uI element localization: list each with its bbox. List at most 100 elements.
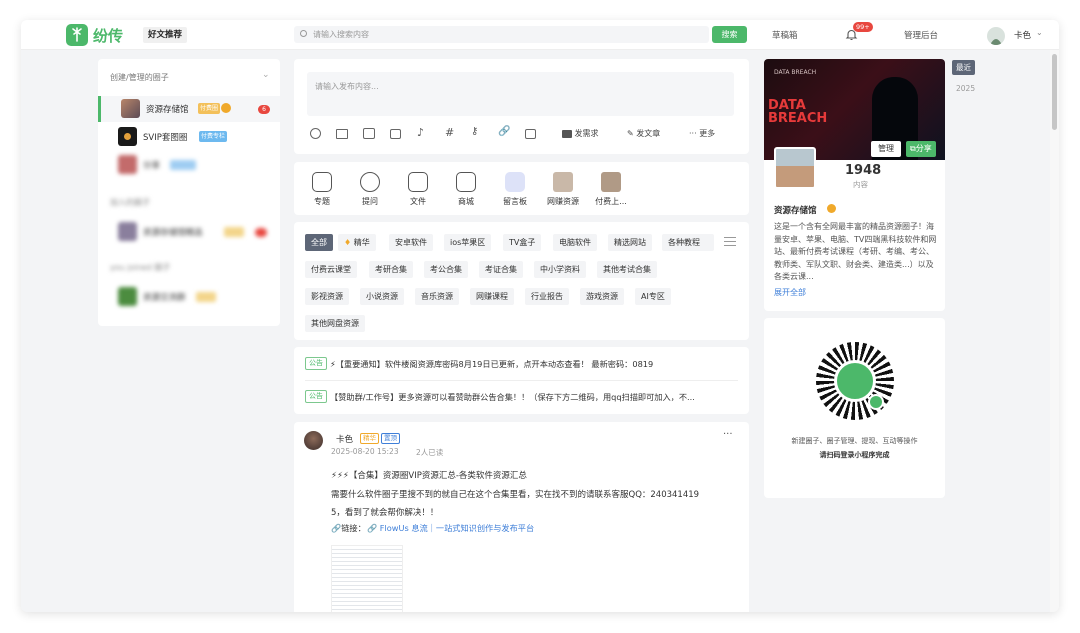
notice-text[interactable]: ⚡【重要通知】软件楼阁资源库密码8月19日已更新，点开本动态查看！ 最新密码：0… [330, 358, 653, 370]
category-filter: 全部 ♦ 精华 安卓软件 ios苹果区 TV盒子 电脑软件 精选网站 各种教程 … [294, 222, 749, 340]
category-video[interactable]: 影视资源 [305, 288, 349, 305]
username[interactable]: 卡色 [1014, 29, 1031, 41]
emoji-icon[interactable] [310, 128, 321, 139]
composer-input[interactable]: 请输入发布内容... [307, 72, 734, 116]
diamond-icon: ♦ [344, 238, 352, 247]
category-tv[interactable]: TV盒子 [503, 234, 542, 251]
service-paid[interactable]: 付费上... [591, 172, 631, 207]
qr-hint-line2: 请扫码登录小程序完成 [819, 451, 890, 459]
image-icon[interactable] [363, 128, 375, 139]
music-icon[interactable]: ♪ [417, 126, 424, 139]
category-game[interactable]: 游戏资源 [580, 288, 624, 305]
category-novel[interactable]: 小说资源 [360, 288, 404, 305]
drafts-link[interactable]: 草稿箱 [772, 29, 798, 41]
banner-text: DATA BREACH [774, 69, 817, 76]
sidebar-item-resource-store[interactable]: 资源存储馆 付费圈 6 [98, 96, 280, 122]
category-pc[interactable]: 电脑软件 [553, 234, 597, 251]
author-name[interactable]: 卡色 [336, 433, 353, 445]
paid-column-badge: 付费专栏 [199, 131, 228, 142]
notice-text[interactable]: 【赞助群/工作号】更多资源可以看赞助群公告合集！！（保存下方二维码，用qq扫描即… [330, 391, 737, 403]
category-featured[interactable]: ♦ 精华 [338, 234, 376, 251]
question-icon [360, 172, 380, 192]
category-tutorials[interactable]: 各种教程 [662, 234, 714, 251]
logo-icon[interactable] [66, 24, 88, 46]
service-label: 付费上... [595, 197, 627, 206]
chevron-down-icon[interactable]: ⌄ [262, 70, 270, 80]
service-earn[interactable]: 网赚资源 [544, 172, 582, 207]
user-avatar[interactable] [987, 27, 1005, 45]
post-request-button[interactable]: 发需求 [562, 128, 599, 139]
blurred-badge [196, 292, 216, 302]
sidebar-item-exchange[interactable]: 资源交流群 [98, 284, 280, 310]
post-composer: 请输入发布内容... ♪ # ⚷ 🔗 发需求 ✎ 发文章 ··· 更多 [294, 59, 749, 154]
category-ios[interactable]: ios苹果区 [444, 234, 492, 251]
service-shop[interactable]: 商城 [453, 172, 479, 207]
ellipsis-icon: ··· [689, 129, 697, 138]
category-sites[interactable]: 精选网站 [608, 234, 652, 251]
sidebar-item-svip[interactable]: SVIP套图圈 付费专栏 [98, 124, 280, 150]
sidebar-item-share[interactable]: 分享 [98, 152, 280, 178]
category-other-drive[interactable]: 其他网盘资源 [305, 315, 365, 332]
category-other-exams[interactable]: 其他考试合集 [597, 261, 657, 278]
category-postgrad[interactable]: 考研合集 [369, 261, 413, 278]
content-count: 1948 [845, 163, 882, 178]
scrollbar-track[interactable] [1050, 50, 1059, 612]
service-topic[interactable]: 专题 [309, 172, 335, 207]
pinned-badge: 置顶 [381, 433, 400, 444]
sidebar-item-joined[interactable]: 资源存储馆精选 [98, 219, 280, 245]
category-earn[interactable]: 网赚课程 [470, 288, 514, 305]
post-article-button[interactable]: ✎ 发文章 [627, 128, 660, 139]
admin-link[interactable]: 管理后台 [904, 29, 938, 41]
category-cert[interactable]: 考证合集 [479, 261, 523, 278]
category-ai[interactable]: AI专区 [635, 288, 671, 305]
more-button[interactable]: ··· 更多 [689, 128, 715, 139]
category-music[interactable]: 音乐资源 [415, 288, 459, 305]
search-input[interactable]: 请输入搜索内容 [294, 26, 709, 43]
key-icon[interactable]: ⚷ [471, 126, 478, 137]
category-civil[interactable]: 考公合集 [424, 261, 468, 278]
search-button[interactable]: 搜索 [712, 26, 747, 43]
folder-icon[interactable] [336, 129, 348, 139]
hashtag-icon[interactable]: # [445, 126, 454, 139]
service-label: 提问 [362, 197, 378, 206]
service-message-board[interactable]: 留言板 [499, 172, 531, 207]
service-file[interactable]: 文件 [405, 172, 431, 207]
circle-description: 这是一个含有全网最丰富的精品资源圈子！海量安卓、苹果、电脑、TV四端黑科技软件和… [774, 222, 937, 281]
logo-text[interactable]: 纷传 [93, 25, 123, 46]
message-board-icon [505, 172, 525, 192]
timeline-year[interactable]: 2025 [956, 84, 975, 93]
inbox-icon[interactable] [525, 129, 536, 139]
post-image-thumbnail[interactable] [331, 545, 403, 612]
video-icon[interactable] [390, 129, 401, 139]
announcement-list: 公告 ⚡【重要通知】软件楼阁资源库密码8月19日已更新，点开本动态查看！ 最新密… [294, 347, 749, 414]
service-label: 文件 [410, 197, 426, 206]
shop-icon [456, 172, 476, 192]
post-link[interactable]: 🔗 FlowUs 息流｜一站式知识创作与发布平台 [367, 522, 534, 534]
category-android[interactable]: 安卓软件 [389, 234, 433, 251]
manage-button[interactable]: 管理 [871, 141, 901, 157]
expand-all-link[interactable]: 展开全部 [774, 287, 806, 298]
top-navbar: 纷传 好文推荐 请输入搜索内容 搜索 草稿箱 99+ 管理后台 卡色 ⌄ [21, 20, 1059, 50]
search-icon [300, 30, 307, 37]
mini-program-qr-code [816, 342, 894, 420]
vip-crown-icon [827, 204, 836, 213]
sidebar-item-label: 资源存储馆 [146, 105, 189, 115]
circle-avatar [118, 222, 137, 241]
service-label: 网赚资源 [547, 197, 579, 206]
featured-articles-tab[interactable]: 好文推荐 [143, 27, 188, 43]
category-report[interactable]: 行业报告 [525, 288, 569, 305]
author-avatar[interactable] [304, 431, 323, 450]
circle-avatar-large[interactable] [774, 147, 816, 189]
post-more-button[interactable]: ··· [723, 429, 733, 440]
service-question[interactable]: 提问 [357, 172, 383, 207]
category-paid-class[interactable]: 付费云课堂 [305, 261, 357, 278]
share-button[interactable]: ⧉分享 [906, 141, 936, 157]
timeline-recent[interactable]: 最近 [952, 60, 975, 75]
link-icon[interactable]: 🔗 [498, 126, 510, 137]
scrollbar-thumb[interactable] [1052, 54, 1057, 130]
category-all[interactable]: 全部 [305, 234, 333, 251]
blurred-badge [170, 160, 196, 170]
menu-icon[interactable] [724, 237, 736, 246]
category-school[interactable]: 中小学资料 [534, 261, 586, 278]
chevron-down-icon[interactable]: ⌄ [1036, 28, 1043, 37]
